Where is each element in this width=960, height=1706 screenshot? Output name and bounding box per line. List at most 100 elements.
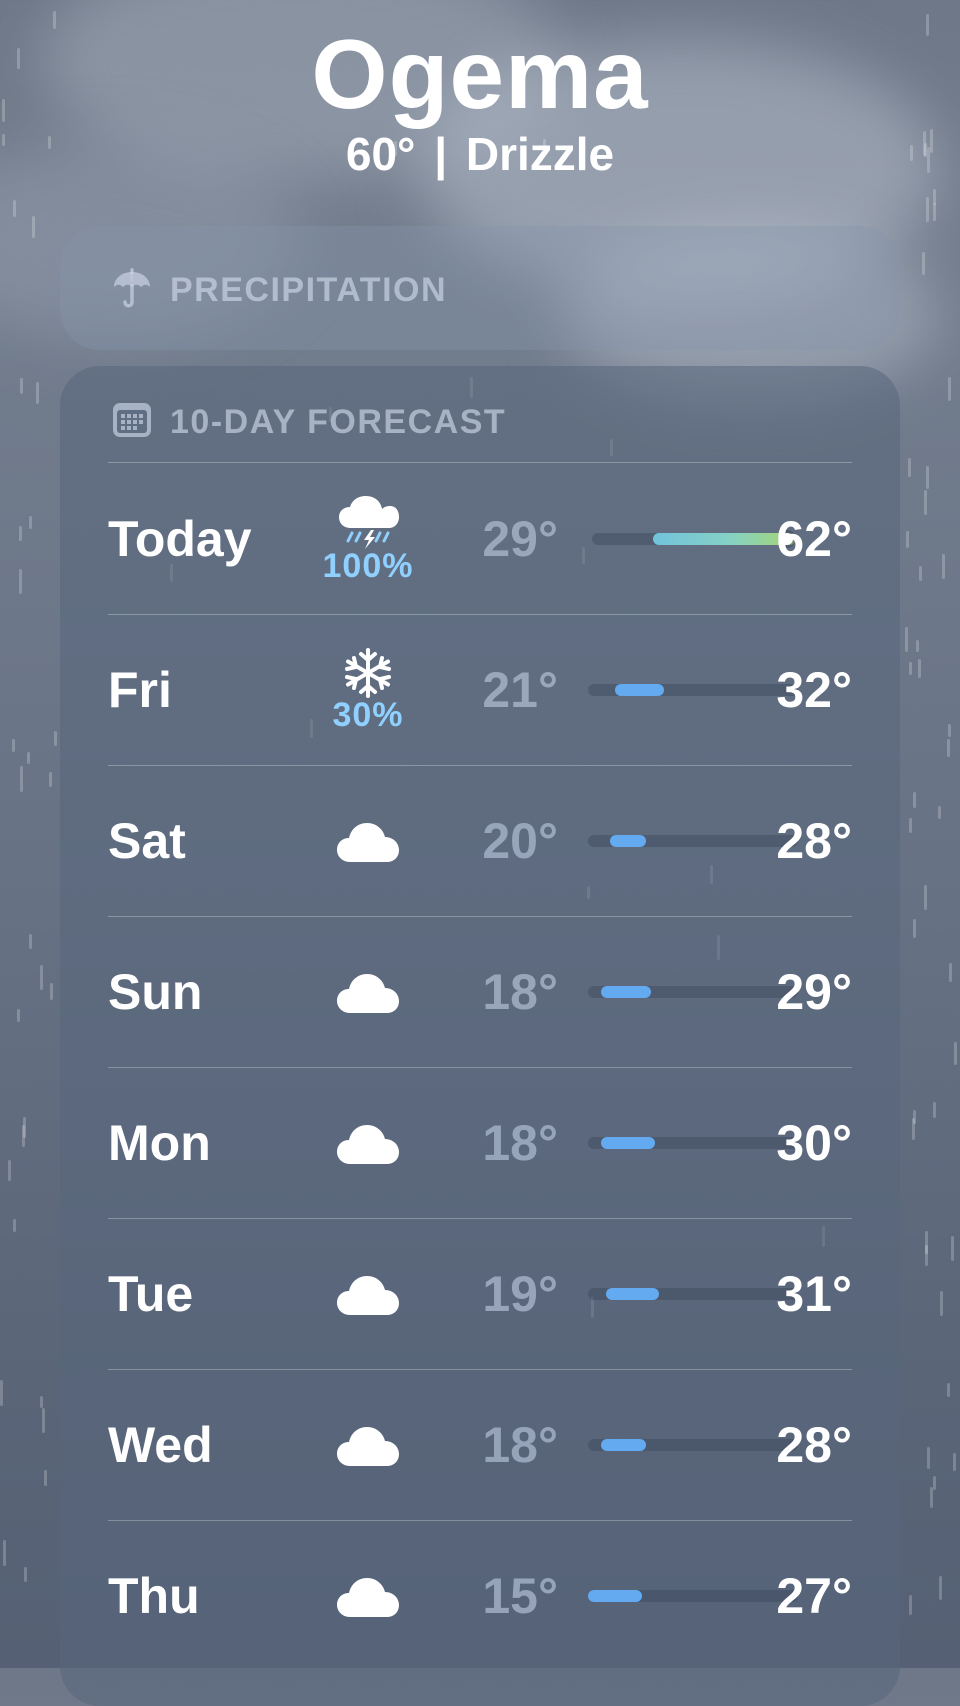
raindrop (36, 381, 40, 405)
raindrop (948, 723, 952, 737)
raindrop (909, 661, 913, 676)
day-label: Thu (108, 1568, 200, 1624)
day-label: Sat (108, 813, 186, 869)
low-temperature: 18° (482, 964, 558, 1020)
forecast-row-sun[interactable]: Sun 18° 29° (108, 917, 852, 1067)
forecast-row-thu[interactable]: Thu 15° 27° (108, 1521, 852, 1671)
forecast-row-mon[interactable]: Mon 18° 30° (108, 1068, 852, 1218)
day-label: Tue (108, 1266, 194, 1322)
raindrop (42, 1407, 46, 1434)
raindrop (938, 805, 942, 820)
precipitation-chance: 30% (332, 696, 404, 734)
raindrop (925, 466, 929, 490)
raindrop (26, 751, 30, 765)
raindrop (28, 933, 32, 949)
temperature-range-fill (605, 1288, 660, 1300)
raindrop (2, 1540, 6, 1566)
forecast-row-tue[interactable]: Tue 19° 31° (108, 1219, 852, 1369)
raindrop (20, 765, 24, 792)
raindrop (948, 963, 952, 983)
raindrop (912, 1117, 916, 1140)
raindrop (54, 730, 58, 747)
low-temperature: 21° (482, 662, 558, 718)
low-temperature: 29° (482, 511, 558, 567)
raindrop (912, 791, 916, 809)
temperature-range-fill (588, 1590, 642, 1602)
raindrop (24, 1567, 28, 1582)
raindrop (906, 530, 910, 548)
forecast-row-today[interactable]: Today 100% 29° 62° (108, 464, 852, 614)
raindrop (926, 197, 930, 222)
high-temperature: 32° (776, 662, 852, 718)
current-condition-text: Drizzle (465, 128, 615, 180)
low-temperature: 15° (482, 1568, 558, 1624)
umbrella-icon (112, 266, 152, 315)
raindrop (21, 1124, 25, 1148)
precipitation-card[interactable]: PRECIPITATION (60, 226, 900, 350)
cloud-icon (337, 1276, 399, 1315)
raindrop (43, 1469, 47, 1486)
raindrop (912, 919, 916, 938)
forecast-card-header: 10-DAY FORECAST (112, 402, 506, 443)
calendar-icon (112, 402, 152, 443)
raindrop (933, 203, 937, 221)
raindrop (908, 1595, 912, 1616)
precipitation-chance: 100% (322, 547, 414, 585)
forecast-row-fri[interactable]: Fri 30% 21° 32° (108, 615, 852, 765)
city-name: Ogema (311, 19, 649, 129)
forecast-row-wed[interactable]: Wed 18° 28° (108, 1370, 852, 1520)
raindrop (12, 738, 16, 752)
precipitation-card-header: PRECIPITATION (112, 266, 447, 315)
raindrop (918, 565, 922, 582)
cloud-icon (337, 1578, 399, 1617)
raindrop (932, 1101, 936, 1118)
day-label: Sun (108, 964, 203, 1020)
raindrop (48, 771, 52, 788)
raindrop (907, 458, 911, 478)
temperature-range-fill (601, 986, 651, 998)
forecast-card[interactable]: 10-DAY FORECAST Today 100% 29° 62° Fri 3… (60, 366, 900, 1706)
low-temperature: 18° (482, 1115, 558, 1171)
current-temperature: 60° (345, 128, 416, 180)
low-temperature: 20° (482, 813, 558, 869)
high-temperature: 29° (776, 964, 852, 1020)
raindrop (948, 376, 952, 401)
raindrop (953, 1452, 957, 1471)
conditions-separator: | (434, 128, 448, 180)
raindrop (19, 377, 23, 394)
low-temperature: 19° (482, 1266, 558, 1322)
temperature-range-fill (601, 1439, 647, 1451)
low-temperature: 18° (482, 1417, 558, 1473)
raindrop (916, 639, 920, 653)
raindrop (951, 1236, 955, 1262)
high-temperature: 62° (776, 511, 852, 567)
raindrop (929, 1486, 933, 1508)
forecast-title: 10-DAY FORECAST (170, 403, 507, 441)
raindrop (932, 1476, 936, 1490)
day-label: Fri (108, 662, 172, 718)
raindrop (19, 526, 23, 541)
raindrop (17, 1009, 21, 1023)
raindrop (0, 1380, 4, 1407)
raindrop (941, 553, 945, 579)
raindrop (917, 659, 921, 679)
day-label: Mon (108, 1115, 211, 1171)
raindrop (908, 817, 912, 833)
temperature-range-fill (614, 684, 664, 696)
divider (108, 462, 852, 463)
high-temperature: 28° (776, 1417, 852, 1473)
temperature-range-fill (601, 1137, 655, 1149)
raindrop (40, 1395, 44, 1409)
raindrop (946, 1382, 950, 1397)
high-temperature: 31° (776, 1266, 852, 1322)
raindrop (905, 626, 909, 653)
day-label: Today (108, 511, 252, 567)
raindrop (938, 1575, 942, 1600)
raindrop (940, 1291, 944, 1316)
high-temperature: 30° (776, 1115, 852, 1171)
raindrop (921, 251, 925, 275)
cloud-icon (337, 1125, 399, 1164)
raindrop (924, 1231, 928, 1254)
current-conditions: 60° | Drizzle (0, 124, 960, 184)
forecast-row-sat[interactable]: Sat 20° 28° (108, 766, 852, 916)
